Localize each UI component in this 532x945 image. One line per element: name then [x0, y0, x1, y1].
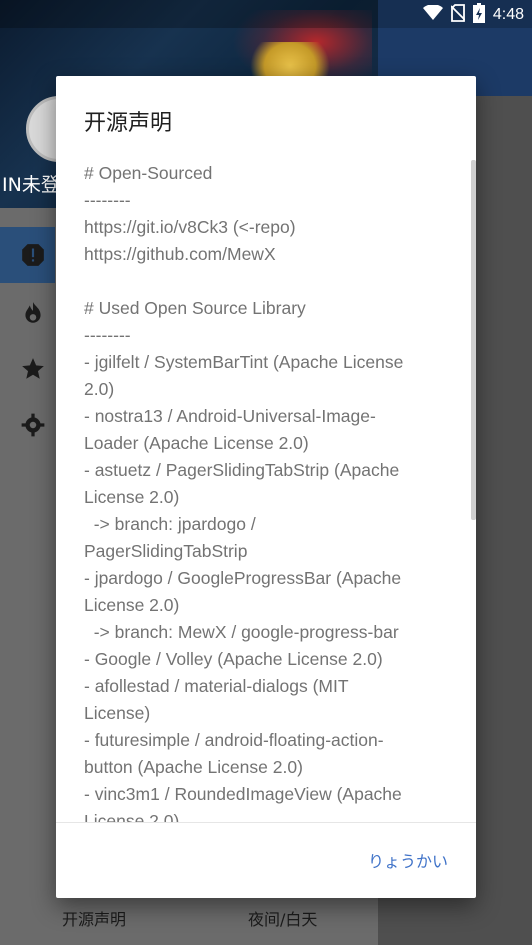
dialog-text-line: -------- [84, 325, 131, 345]
dialog-divider [56, 822, 476, 823]
status-time: 4:48 [492, 6, 524, 23]
dialog-text-line: - nostra13 / Android-Universal-Image- [84, 406, 376, 426]
dialog-text-line: -> branch: jpardogo / [84, 514, 256, 534]
night-day-toggle[interactable]: 夜间/白天 [248, 906, 317, 930]
gear-icon[interactable] [20, 412, 46, 438]
dialog-text-line: - afollestad / material-dialogs (MIT [84, 676, 349, 696]
dialog-text-line: button (Apache License 2.0) [84, 757, 303, 777]
dialog-text-line: 2.0) [84, 379, 115, 399]
no-sim-icon [450, 4, 466, 26]
open-source-notice-link[interactable]: 开源声明 [62, 906, 126, 930]
dialog-title: 开源声明 [84, 111, 173, 136]
dialog-text-line: - vinc3m1 / RoundedImageView (Apache [84, 784, 402, 804]
dialog-text-line: - Google / Volley (Apache License 2.0) [84, 649, 383, 669]
dialog-text-line: # Used Open Source Library [84, 298, 306, 318]
fire-icon[interactable] [20, 300, 46, 326]
dialog-text-line: License 2.0) [84, 487, 180, 507]
dialog-text-line: PagerSlidingTabStrip [84, 541, 248, 561]
dialog-text-line: License 2.0) [84, 595, 180, 615]
dialog-text-line: - jgilfelt / SystemBarTint (Apache Licen… [84, 352, 404, 372]
dialog-text-line: https://git.io/v8Ck3 (<-repo) [84, 217, 296, 237]
wifi-icon [422, 4, 443, 25]
battery-charging-icon [472, 3, 485, 27]
dialog-text-line: -------- [84, 190, 131, 210]
status-bar: 4:48 [0, 0, 532, 28]
alert-icon[interactable] [20, 242, 46, 268]
drawer-footer: 开源声明 夜间/白天 [0, 890, 378, 945]
dialog-text-line: - astuetz / PagerSlidingTabStrip (Apache [84, 460, 400, 480]
dialog-content[interactable]: # Open-Sourced -------- https://git.io/v8C… [84, 160, 444, 823]
positive-button[interactable]: りょうかい [368, 848, 448, 872]
dialog-text-line: Loader (Apache License 2.0) [84, 433, 309, 453]
dialog-text-line: https://github.com/MewX [84, 244, 276, 264]
dialog-text-line [84, 268, 444, 295]
dialog-text-line: License) [84, 703, 151, 723]
dialog-scrollbar[interactable] [471, 160, 476, 520]
dialog-text-line: -> branch: MewX / google-progress-bar [84, 622, 399, 642]
dialog-text-line: License 2.0) [84, 811, 180, 823]
dialog-text-line: - jpardogo / GoogleProgressBar (Apache [84, 568, 402, 588]
dialog-text-line: # Open-Sourced [84, 163, 213, 183]
license-dialog: 开源声明 # Open-Sourced -------- https://git.i… [56, 76, 476, 898]
star-icon[interactable] [20, 356, 46, 382]
dialog-text-line: - futuresimple / android-floating-action… [84, 730, 384, 750]
